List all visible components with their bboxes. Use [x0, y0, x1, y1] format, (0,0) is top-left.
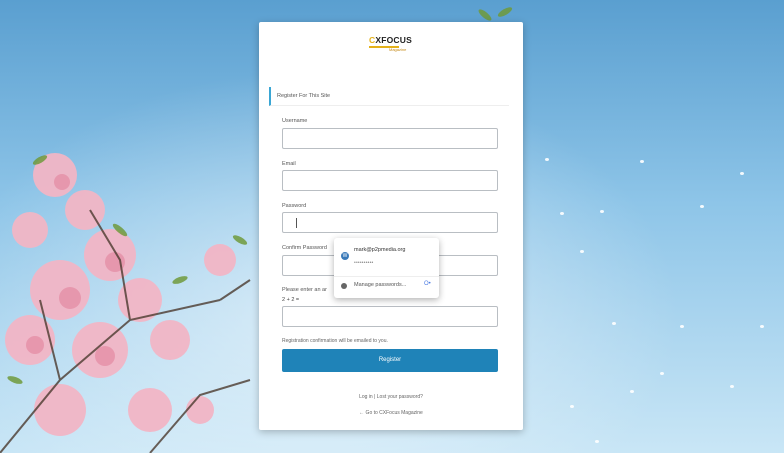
petal	[640, 160, 644, 163]
username-label: Username	[282, 118, 308, 124]
email-input[interactable]	[282, 170, 498, 191]
petal	[560, 212, 564, 215]
logo-text: CXFOCUS	[369, 35, 419, 45]
confirm-password-label: Confirm Password	[282, 245, 327, 251]
math-question: 2 + 2 =	[282, 297, 300, 303]
username-input[interactable]	[282, 128, 498, 149]
petal	[545, 158, 549, 161]
password-autofill-popup: W mark@p2pmedia.org •••••••••• Manage pa…	[334, 238, 439, 298]
petal	[612, 322, 616, 325]
password-label: Password	[282, 203, 307, 209]
register-heading: Register For This Site	[269, 87, 509, 106]
register-card: CXFOCUS Magazine Register For This Site …	[259, 22, 523, 430]
petal	[760, 325, 764, 328]
math-answer-input[interactable]	[282, 306, 498, 327]
petal	[600, 210, 604, 213]
petal	[740, 172, 744, 175]
petal	[630, 390, 634, 393]
registration-note: Registration confirmation will be emaile…	[282, 338, 388, 344]
petal	[580, 250, 584, 253]
saved-account-email: mark@p2pmedia.org	[354, 247, 406, 253]
petal	[660, 372, 664, 375]
register-button[interactable]: Register	[282, 349, 498, 372]
key-icon: O•	[424, 281, 431, 287]
petal	[730, 385, 734, 388]
back-to-site-link[interactable]: ← Go to CXFocus Magazine	[259, 410, 523, 416]
login-links[interactable]: Log in | Lost your password?	[259, 394, 523, 400]
petal	[680, 325, 684, 328]
wordpress-icon: W	[341, 252, 349, 260]
logo-subtitle: Magazine	[389, 47, 407, 52]
petal	[570, 405, 574, 408]
password-input[interactable]	[282, 212, 498, 233]
saved-account-password: ••••••••••	[354, 260, 374, 266]
saved-account-option[interactable]: W mark@p2pmedia.org ••••••••••	[334, 238, 439, 277]
math-prompt: Please enter an ar	[282, 287, 327, 293]
petal	[700, 205, 704, 208]
settings-icon	[341, 283, 347, 289]
logo-rest: XFOCUS	[375, 35, 412, 45]
site-logo[interactable]: CXFOCUS Magazine	[369, 35, 419, 55]
text-caret	[296, 218, 297, 228]
email-label: Email	[282, 161, 296, 167]
manage-passwords-option[interactable]: Manage passwords...	[354, 282, 406, 288]
petal	[595, 440, 599, 443]
